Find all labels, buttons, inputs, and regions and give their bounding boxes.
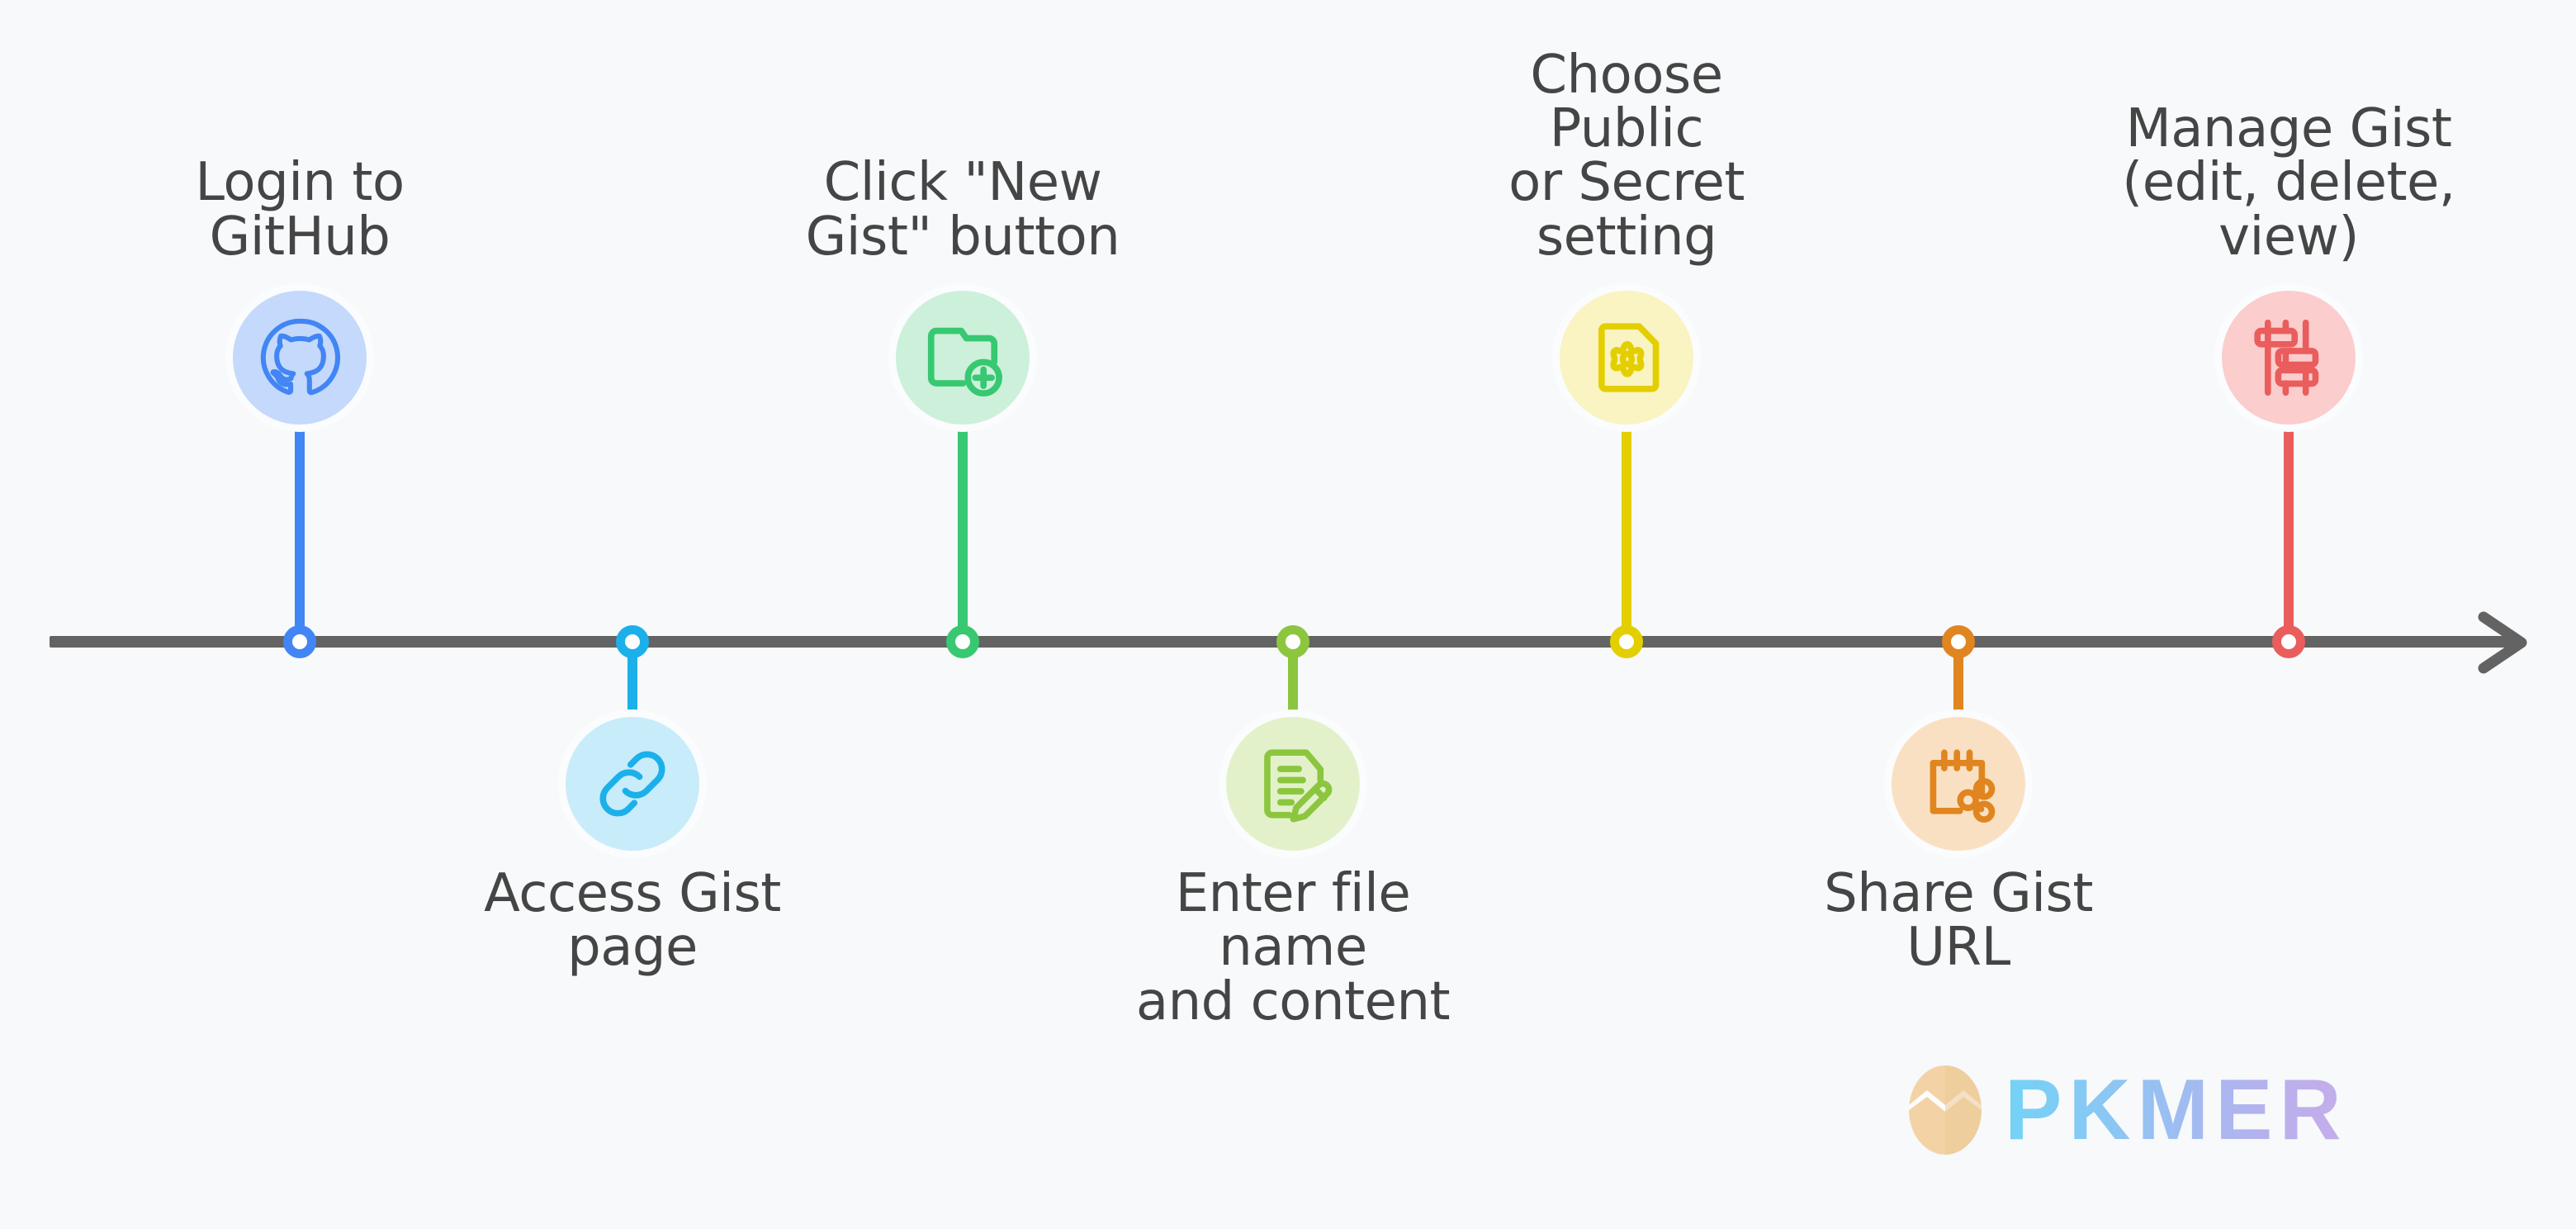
document-pencil-icon [1248, 739, 1338, 828]
step-icon-bubble-3[interactable] [896, 291, 1030, 425]
step-label-7: Manage Gist (edit, delete, view) [2122, 98, 2455, 268]
step-label-1: Login to GitHub [195, 152, 405, 268]
step-icon-bubble-7[interactable] [2222, 291, 2356, 425]
step-connector-5 [1622, 413, 1631, 643]
step-icon-bubble-1[interactable] [233, 291, 367, 425]
pkmer-logo-icon [1909, 1065, 1982, 1155]
github-octocat-icon [255, 313, 344, 402]
step-connector-1 [295, 413, 305, 643]
step-label-6: Share Gist URL [1824, 863, 2093, 979]
link-chain-icon [588, 739, 677, 828]
step-marker-2[interactable] [616, 625, 649, 658]
step-marker-5[interactable] [1610, 625, 1643, 658]
step-icon-bubble-5[interactable] [1560, 291, 1693, 425]
step-marker-7[interactable] [2272, 625, 2305, 658]
notepad-share-icon [1914, 739, 2003, 828]
step-connector-7 [2284, 413, 2294, 643]
timeline-diagram: Login to GitHub Access Gist page Click "Ne… [0, 0, 2576, 1229]
folder-plus-icon [918, 313, 1007, 402]
timeline-arrow-icon [2478, 611, 2527, 674]
pkmer-watermark: PKMER [1907, 1064, 2348, 1156]
gantt-board-icon [2244, 313, 2333, 402]
step-label-2: Access Gist page [484, 863, 781, 979]
step-label-4: Enter file name and content [1135, 863, 1451, 1032]
step-icon-bubble-4[interactable] [1226, 717, 1360, 851]
step-marker-3[interactable] [946, 625, 979, 658]
step-label-3: Click "New Gist" button [805, 152, 1120, 268]
step-icon-bubble-6[interactable] [1892, 717, 2025, 851]
step-marker-4[interactable] [1276, 625, 1309, 658]
step-icon-bubble-2[interactable] [566, 717, 699, 851]
pkmer-watermark-text: PKMER [2005, 1062, 2348, 1158]
step-marker-1[interactable] [283, 625, 316, 658]
step-connector-3 [958, 413, 968, 643]
document-gear-icon [1582, 313, 1671, 402]
step-marker-6[interactable] [1942, 625, 1975, 658]
step-label-5: Choose Public or Secret setting [1508, 44, 1745, 268]
